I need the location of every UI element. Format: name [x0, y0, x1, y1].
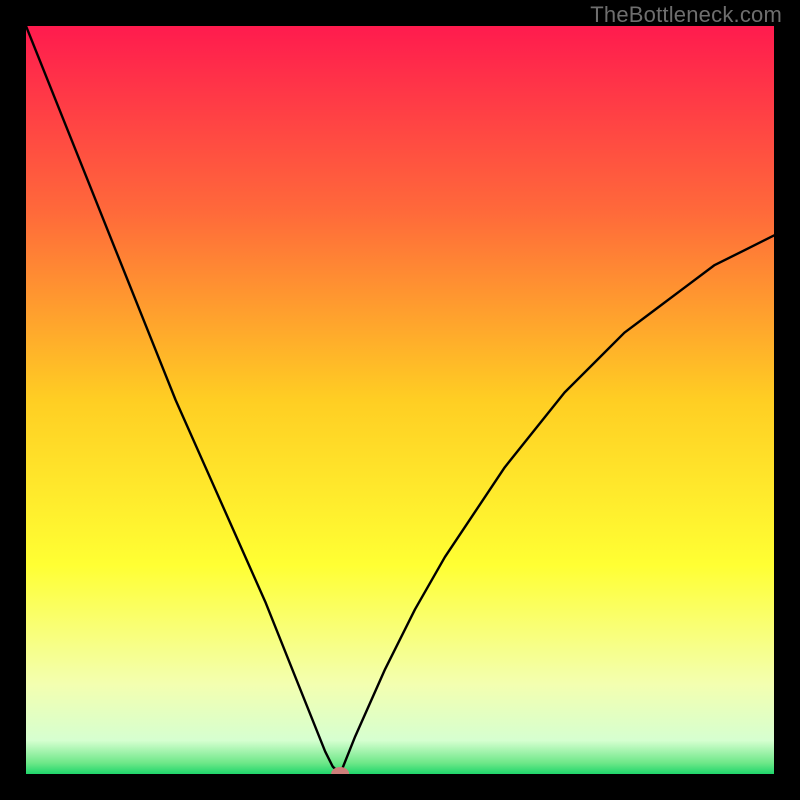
gradient-background: [26, 26, 774, 774]
chart-frame: TheBottleneck.com: [0, 0, 800, 800]
plot-area: [26, 26, 774, 774]
chart-svg: [26, 26, 774, 774]
watermark-label: TheBottleneck.com: [590, 2, 782, 28]
